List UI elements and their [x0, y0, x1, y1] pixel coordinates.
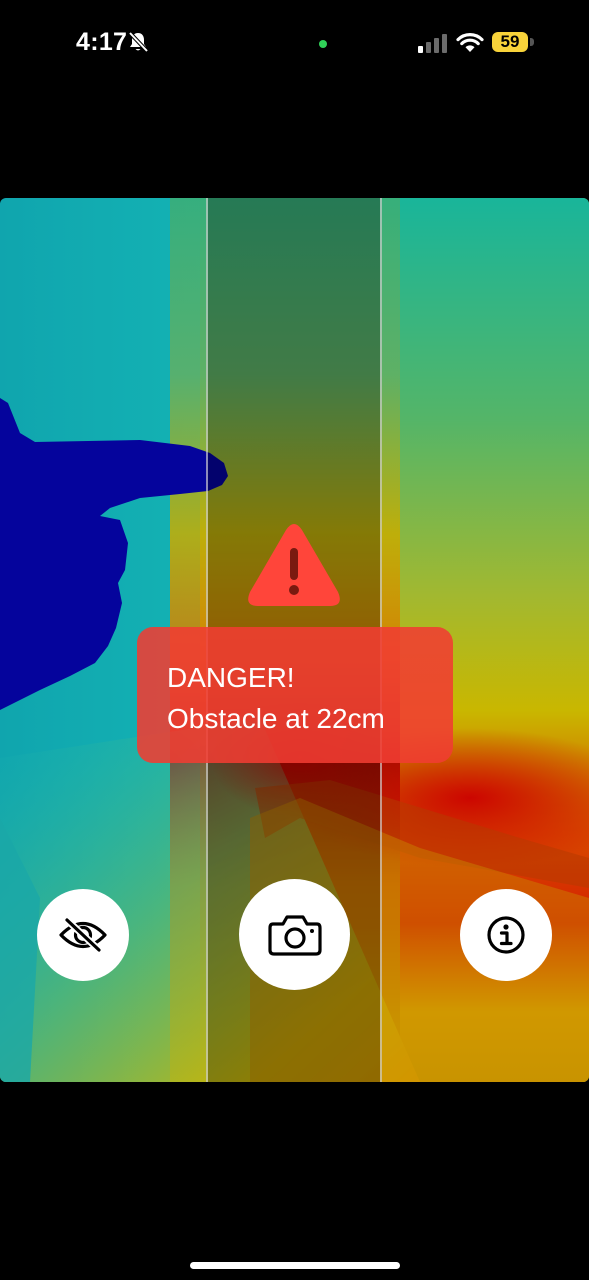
status-bar: 4:17 59	[0, 0, 589, 88]
battery-tip	[530, 38, 534, 46]
camera-icon	[267, 914, 322, 956]
eye-slash-icon	[59, 918, 107, 952]
alert-message: Obstacle at 22cm	[167, 703, 385, 734]
capture-button[interactable]	[239, 879, 350, 990]
info-circle-icon	[487, 916, 525, 954]
warning-triangle-icon	[248, 524, 340, 606]
status-time: 4:17	[76, 28, 128, 56]
toggle-overlay-button[interactable]	[37, 889, 129, 981]
alert-title: DANGER!	[167, 662, 295, 693]
screen: 4:17 59 DANGER! Obstacle at 22cm	[0, 0, 589, 1280]
cellular-signal-icon	[418, 34, 447, 53]
home-indicator[interactable]	[190, 1262, 400, 1269]
bell-slash-icon	[128, 31, 149, 53]
info-button[interactable]	[460, 889, 552, 981]
mic-active-dot	[319, 40, 327, 48]
battery-level: 59	[500, 32, 520, 51]
danger-alert: DANGER! Obstacle at 22cm	[137, 627, 453, 763]
wifi-icon	[456, 33, 484, 52]
